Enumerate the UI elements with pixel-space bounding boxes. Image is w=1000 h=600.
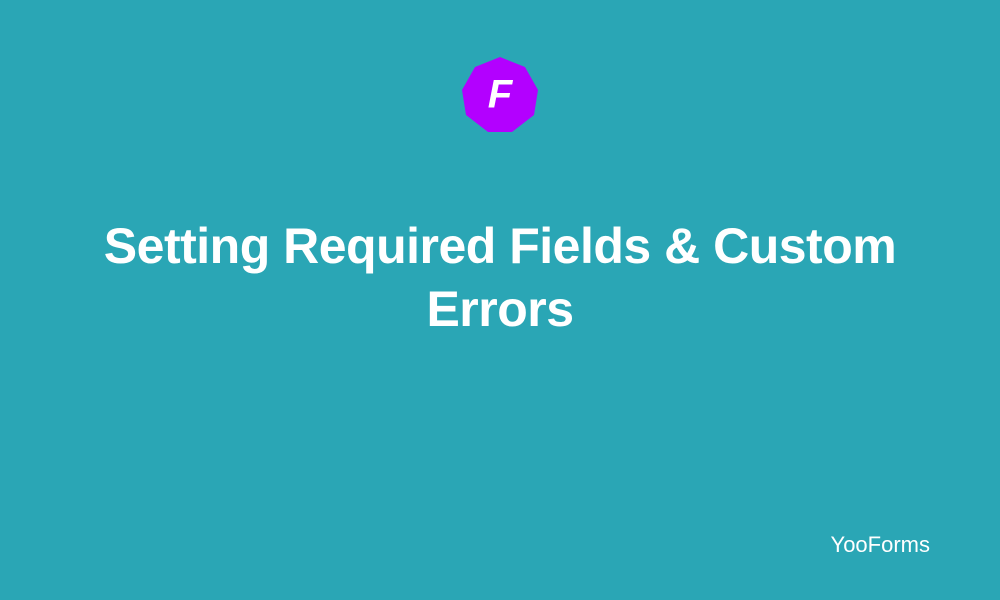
brand-name: YooForms [831, 532, 930, 558]
page-title: Setting Required Fields & Custom Errors [0, 215, 1000, 340]
logo-letter: F [488, 73, 512, 118]
logo-container: F [460, 55, 540, 135]
logo-badge: F [460, 55, 540, 135]
